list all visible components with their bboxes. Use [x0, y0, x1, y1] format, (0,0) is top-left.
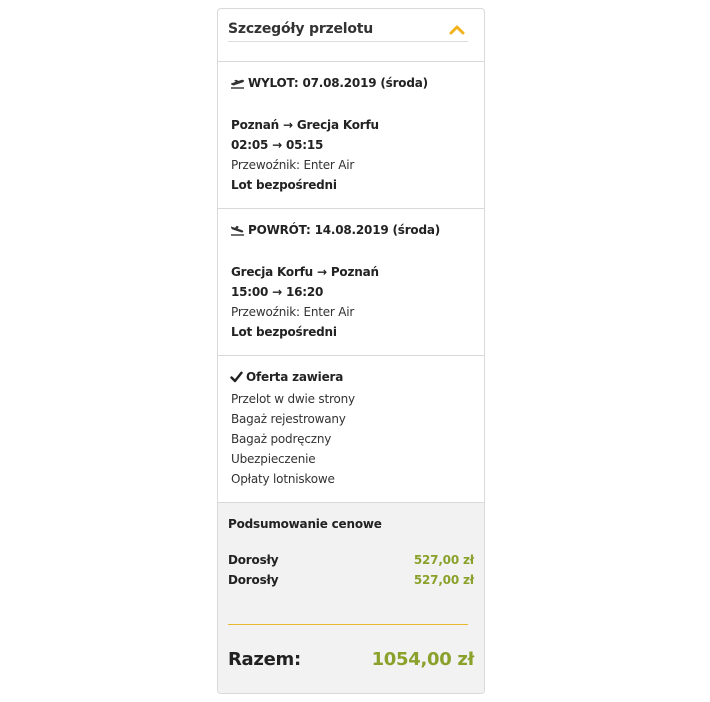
- outbound-route: Poznań → Grecja Korfu: [231, 118, 379, 132]
- outbound-heading: WYLOT: 07.08.2019 (środa): [230, 76, 428, 92]
- list-item: Przelot w dwie strony: [231, 392, 355, 406]
- return-route: Grecja Korfu → Poznań: [231, 265, 379, 279]
- total-label: Razem:: [228, 649, 301, 670]
- summary-divider: [228, 624, 468, 625]
- includes-title: Oferta zawiera: [246, 370, 344, 384]
- flight-details-panel: Szczegóły przelotu WYLOT: 07.08.2019 (śr…: [217, 8, 485, 694]
- summary-row-price: 527,00 zł: [413, 553, 474, 567]
- summary-row-price: 527,00 zł: [413, 573, 474, 587]
- outbound-times: 02:05 → 05:15: [231, 138, 324, 152]
- summary-title: Podsumowanie cenowe: [228, 517, 382, 531]
- return-flight-section: POWRÓT: 14.08.2019 (środa) Grecja Korfu …: [218, 208, 484, 355]
- return-flight-type: Lot bezpośredni: [231, 325, 337, 339]
- collapse-button[interactable]: [446, 21, 468, 39]
- outbound-carrier: Przewoźnik: Enter Air: [231, 158, 355, 172]
- plane-departure-icon: [230, 77, 245, 92]
- panel-header: Szczegóły przelotu: [228, 9, 468, 59]
- check-icon: [230, 371, 243, 386]
- list-item: Ubezpieczenie: [231, 452, 316, 466]
- return-title: POWRÓT: 14.08.2019 (środa): [248, 223, 441, 237]
- list-item: Opłaty lotniskowe: [231, 472, 335, 486]
- summary-row-label: Dorosły: [228, 573, 279, 587]
- list-item: Bagaż rejestrowany: [231, 412, 346, 426]
- header-divider: [228, 41, 468, 42]
- return-carrier: Przewoźnik: Enter Air: [231, 305, 355, 319]
- chevron-up-icon: [449, 25, 465, 35]
- plane-arrival-icon: [230, 224, 245, 239]
- summary-row-label: Dorosły: [228, 553, 279, 567]
- return-heading: POWRÓT: 14.08.2019 (środa): [230, 223, 440, 239]
- outbound-title: WYLOT: 07.08.2019 (środa): [248, 76, 428, 90]
- return-times: 15:00 → 16:20: [231, 285, 324, 299]
- price-summary: Podsumowanie cenowe Dorosły 527,00 zł Do…: [218, 502, 484, 693]
- includes-heading: Oferta zawiera: [230, 370, 343, 386]
- list-item: Bagaż podręczny: [231, 432, 332, 446]
- panel-title: Szczegóły przelotu: [228, 21, 374, 37]
- outbound-flight-section: WYLOT: 07.08.2019 (środa) Poznań → Grecj…: [218, 61, 484, 208]
- outbound-flight-type: Lot bezpośredni: [231, 178, 337, 192]
- offer-includes-section: Oferta zawiera Przelot w dwie strony Bag…: [218, 355, 484, 502]
- total-price: 1054,00 zł: [371, 649, 475, 670]
